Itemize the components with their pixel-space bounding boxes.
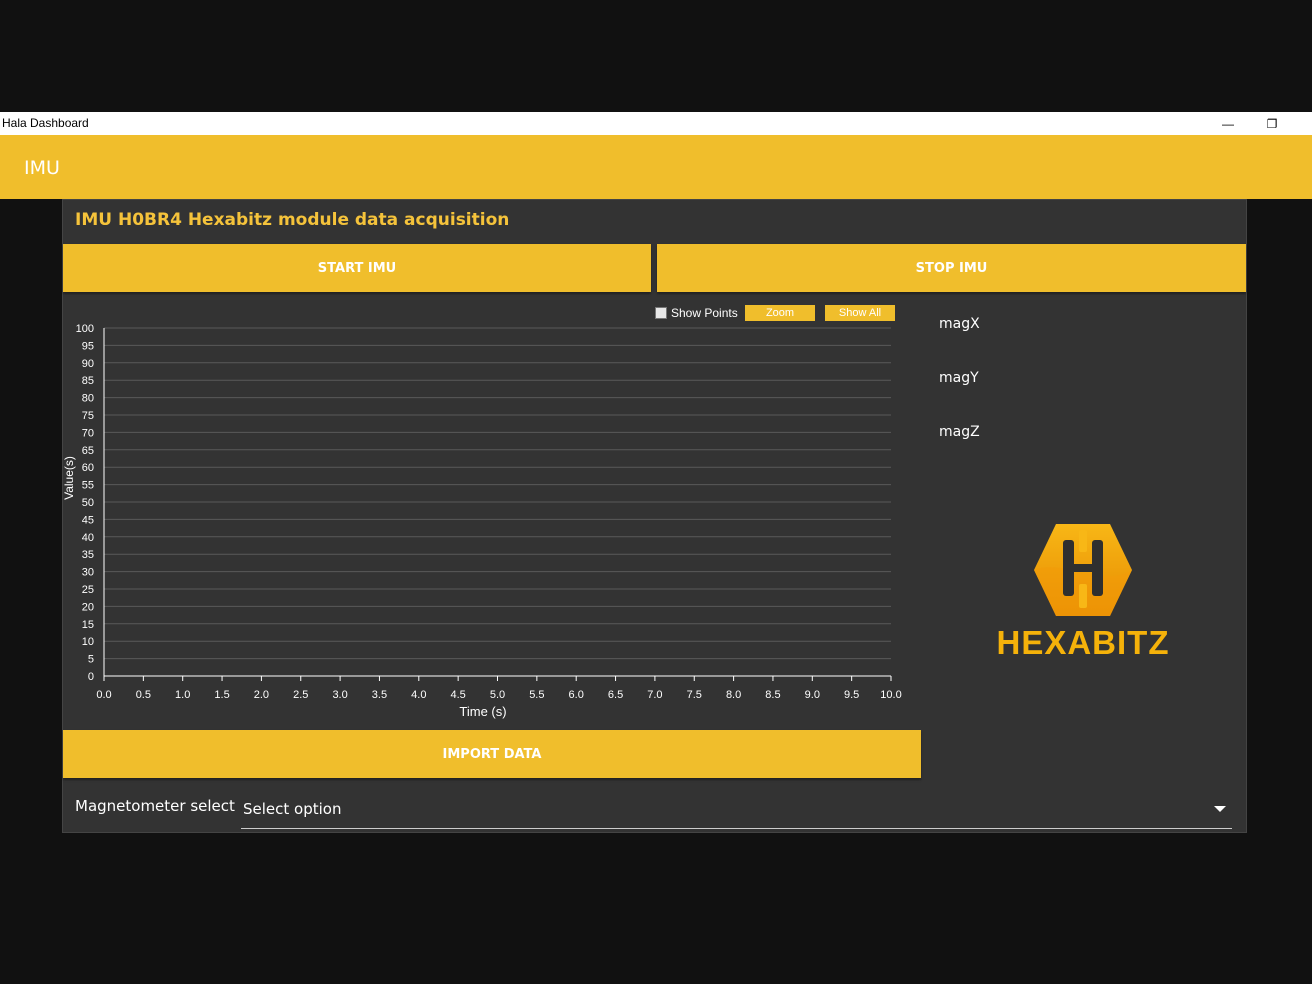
x-tick-label: 6.5 xyxy=(608,689,623,701)
y-tick-label: 10 xyxy=(82,636,94,648)
y-tick-label: 5 xyxy=(88,654,94,666)
logo-text: HEXABITZ xyxy=(996,624,1170,661)
y-tick-label: 95 xyxy=(82,340,94,352)
x-tick-label: 0.0 xyxy=(96,689,111,701)
x-tick-label: 8.0 xyxy=(726,689,741,701)
y-tick-label: 90 xyxy=(82,358,94,370)
x-tick-label: 1.5 xyxy=(214,689,229,701)
hexabitz-logo-icon xyxy=(1034,524,1132,616)
y-tick-label: 85 xyxy=(82,375,94,387)
legend-item-magy[interactable]: magY xyxy=(939,370,979,386)
app-bar: IMU xyxy=(0,135,1312,199)
y-tick-label: 100 xyxy=(76,323,94,335)
x-tick-label: 0.5 xyxy=(136,689,151,701)
y-tick-label: 80 xyxy=(82,393,94,405)
app-title: IMU xyxy=(24,157,60,179)
y-tick-label: 75 xyxy=(82,410,94,422)
y-tick-label: 70 xyxy=(82,427,94,439)
x-tick-label: 8.5 xyxy=(765,689,780,701)
magnetometer-select[interactable]: Select option xyxy=(241,790,1232,829)
stop-imu-button[interactable]: STOP IMU xyxy=(657,244,1246,292)
x-tick-label: 9.0 xyxy=(805,689,820,701)
y-tick-label: 50 xyxy=(82,497,94,509)
x-tick-label: 3.0 xyxy=(332,689,347,701)
x-tick-label: 7.5 xyxy=(687,689,702,701)
magnetometer-select-value: Select option xyxy=(243,800,342,818)
y-tick-label: 55 xyxy=(82,480,94,492)
magnetometer-select-label: Magnetometer select xyxy=(75,797,235,815)
y-tick-label: 65 xyxy=(82,445,94,457)
legend-item-magx[interactable]: magX xyxy=(939,316,980,332)
imu-panel: IMU H0BR4 Hexabitz module data acquisiti… xyxy=(62,199,1247,833)
x-tick-label: 6.0 xyxy=(569,689,584,701)
x-tick-label: 1.0 xyxy=(175,689,190,701)
import-data-button[interactable]: IMPORT DATA xyxy=(63,730,921,778)
chart-grid xyxy=(104,327,891,677)
y-tick-label: 20 xyxy=(82,601,94,613)
chevron-down-icon[interactable] xyxy=(1214,806,1226,812)
x-tick-label: 3.5 xyxy=(372,689,387,701)
y-tick-label: 25 xyxy=(82,584,94,596)
x-tick-label: 4.0 xyxy=(411,689,426,701)
restore-icon[interactable]: ❐ xyxy=(1252,112,1292,135)
y-tick-label: 45 xyxy=(82,514,94,526)
y-tick-label: 40 xyxy=(82,532,94,544)
y-tick-label: 35 xyxy=(82,549,94,561)
y-tick-label: 60 xyxy=(82,462,94,474)
x-tick-label: 7.0 xyxy=(647,689,662,701)
y-tick-label: 30 xyxy=(82,567,94,579)
y-tick-label: 15 xyxy=(82,619,94,631)
x-tick-label: 2.0 xyxy=(254,689,269,701)
x-tick-label: 5.5 xyxy=(529,689,544,701)
window-title: Hala Dashboard xyxy=(2,116,89,130)
x-tick-label: 9.5 xyxy=(844,689,859,701)
window-titlebar: Hala Dashboard — ❐ xyxy=(0,112,1312,135)
hexabitz-logo: HEXABITZ xyxy=(993,518,1173,668)
legend-item-magz[interactable]: magZ xyxy=(939,424,980,440)
x-tick-label: 4.5 xyxy=(451,689,466,701)
y-tick-label: 0 xyxy=(88,671,94,683)
x-axis-label: Time (s) xyxy=(459,704,506,719)
start-imu-button[interactable]: START IMU xyxy=(63,244,651,292)
x-tick-label: 2.5 xyxy=(293,689,308,701)
page-title: IMU H0BR4 Hexabitz module data acquisiti… xyxy=(75,210,510,230)
x-tick-label: 5.0 xyxy=(490,689,505,701)
x-tick-label: 10.0 xyxy=(880,689,901,701)
y-axis-label: Value(s) xyxy=(63,456,76,500)
chart: 0 5 10 15 20 25 30 35 40 45 50 55 60 65 70 75 80 85 90 95 10… xyxy=(63,323,902,719)
minimize-icon[interactable]: — xyxy=(1208,112,1248,135)
